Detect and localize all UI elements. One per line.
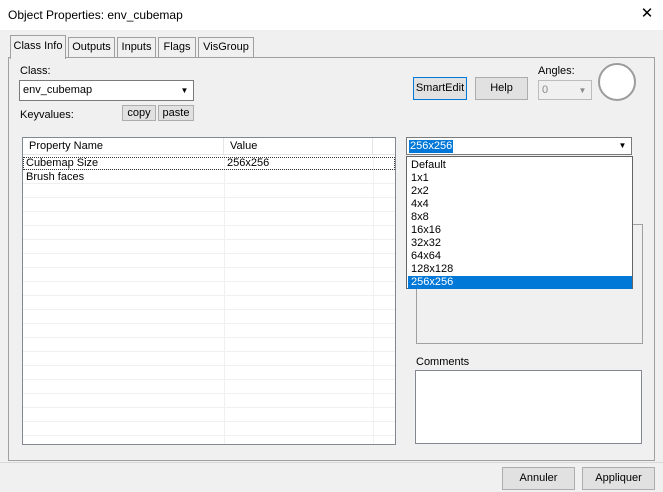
- angles-label: Angles:: [538, 65, 575, 77]
- tab-outputs[interactable]: Outputs: [68, 37, 115, 57]
- property-grid: Property Name Value Cubemap Size 256x256…: [22, 137, 396, 445]
- close-icon[interactable]: ✕: [636, 4, 658, 26]
- header-value[interactable]: Value: [224, 138, 373, 155]
- class-combo[interactable]: env_cubemap ▼: [19, 80, 194, 101]
- copy-button[interactable]: copy: [122, 105, 156, 121]
- dropdown-option[interactable]: 16x16: [408, 224, 632, 237]
- value-dropdown-list: Default 1x1 2x2 4x4 8x8 16x16 32x32 64x6…: [406, 156, 633, 289]
- property-name-cell: Cubemap Size: [26, 157, 99, 169]
- comments-field[interactable]: [415, 370, 642, 444]
- dropdown-option[interactable]: 4x4: [408, 198, 632, 211]
- table-row[interactable]: Cubemap Size 256x256: [23, 157, 395, 170]
- smartedit-button[interactable]: SmartEdit: [413, 77, 467, 100]
- chevron-down-icon[interactable]: ▼: [177, 82, 192, 99]
- dropdown-option-selected[interactable]: 256x256: [408, 276, 632, 289]
- property-value-cell: 256x256: [227, 157, 270, 169]
- dropdown-option[interactable]: 8x8: [408, 211, 632, 224]
- tab-visgroup[interactable]: VisGroup: [198, 37, 254, 57]
- paste-button[interactable]: paste: [158, 105, 194, 121]
- tab-class-info[interactable]: Class Info: [10, 35, 66, 59]
- dropdown-option[interactable]: 32x32: [408, 237, 632, 250]
- angles-combo: 0 ▼: [538, 80, 592, 100]
- class-label: Class:: [20, 65, 51, 77]
- dropdown-option[interactable]: 64x64: [408, 250, 632, 263]
- keyvalues-label: Keyvalues:: [20, 109, 74, 121]
- header-property-name[interactable]: Property Name: [23, 138, 224, 155]
- dropdown-option[interactable]: 128x128: [408, 263, 632, 276]
- comments-label: Comments: [416, 356, 470, 368]
- window-title: Object Properties: env_cubemap: [8, 8, 183, 22]
- chevron-down-icon: ▼: [575, 82, 590, 99]
- footer-divider: [0, 462, 663, 463]
- tab-inputs[interactable]: Inputs: [117, 37, 156, 57]
- dropdown-option[interactable]: 1x1: [408, 172, 632, 185]
- grid-header: Property Name Value: [23, 138, 395, 155]
- apply-button[interactable]: Appliquer: [582, 467, 655, 490]
- cancel-button[interactable]: Annuler: [502, 467, 575, 490]
- value-combo-selected: 256x256: [409, 140, 454, 153]
- chevron-down-icon[interactable]: ▼: [615, 139, 630, 153]
- tab-flags[interactable]: Flags: [158, 37, 196, 57]
- angle-dial[interactable]: [598, 63, 636, 101]
- table-row[interactable]: Brush faces: [23, 171, 395, 184]
- class-value: env_cubemap: [23, 84, 93, 96]
- property-name-cell: Brush faces: [26, 171, 85, 183]
- help-button[interactable]: Help: [475, 77, 528, 100]
- dropdown-option[interactable]: 2x2: [408, 185, 632, 198]
- value-combo[interactable]: 256x256 ▼: [406, 137, 632, 155]
- dropdown-option[interactable]: Default: [408, 159, 632, 172]
- angles-value: 0: [542, 84, 549, 96]
